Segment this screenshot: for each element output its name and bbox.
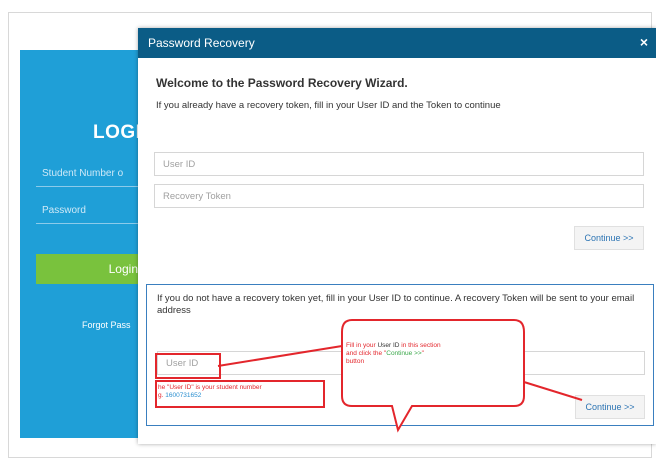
annotation-overlay — [217, 319, 583, 433]
pointer-line-left — [217, 345, 343, 367]
callout-text-part: and click the " — [346, 350, 387, 357]
callout-line-2: and click the "Continue >>" — [346, 350, 516, 358]
user-id-highlight-box — [155, 353, 221, 379]
callout-bubble — [341, 319, 525, 433]
callout-text-part: Fill in your — [346, 342, 378, 349]
callout-text: Fill in your User ID in this section and… — [346, 342, 516, 366]
callout-text-part: in this section — [399, 342, 441, 349]
callout-user-id: User ID — [377, 342, 400, 349]
note-line-1: he "User ID" is your student number — [158, 384, 262, 391]
note-example-number: 1600731652 — [165, 392, 202, 399]
callout-continue: Continue >> — [386, 350, 422, 357]
callout-text-part: " — [421, 350, 424, 357]
callout-line-3: button — [346, 358, 365, 365]
pointer-line-right — [523, 381, 583, 401]
note-line-2: g. 1600731652 — [158, 392, 324, 400]
user-id-note: he "User ID" is your student number g. 1… — [158, 384, 324, 400]
callout-line-1: Fill in your User ID in this section — [346, 342, 516, 350]
